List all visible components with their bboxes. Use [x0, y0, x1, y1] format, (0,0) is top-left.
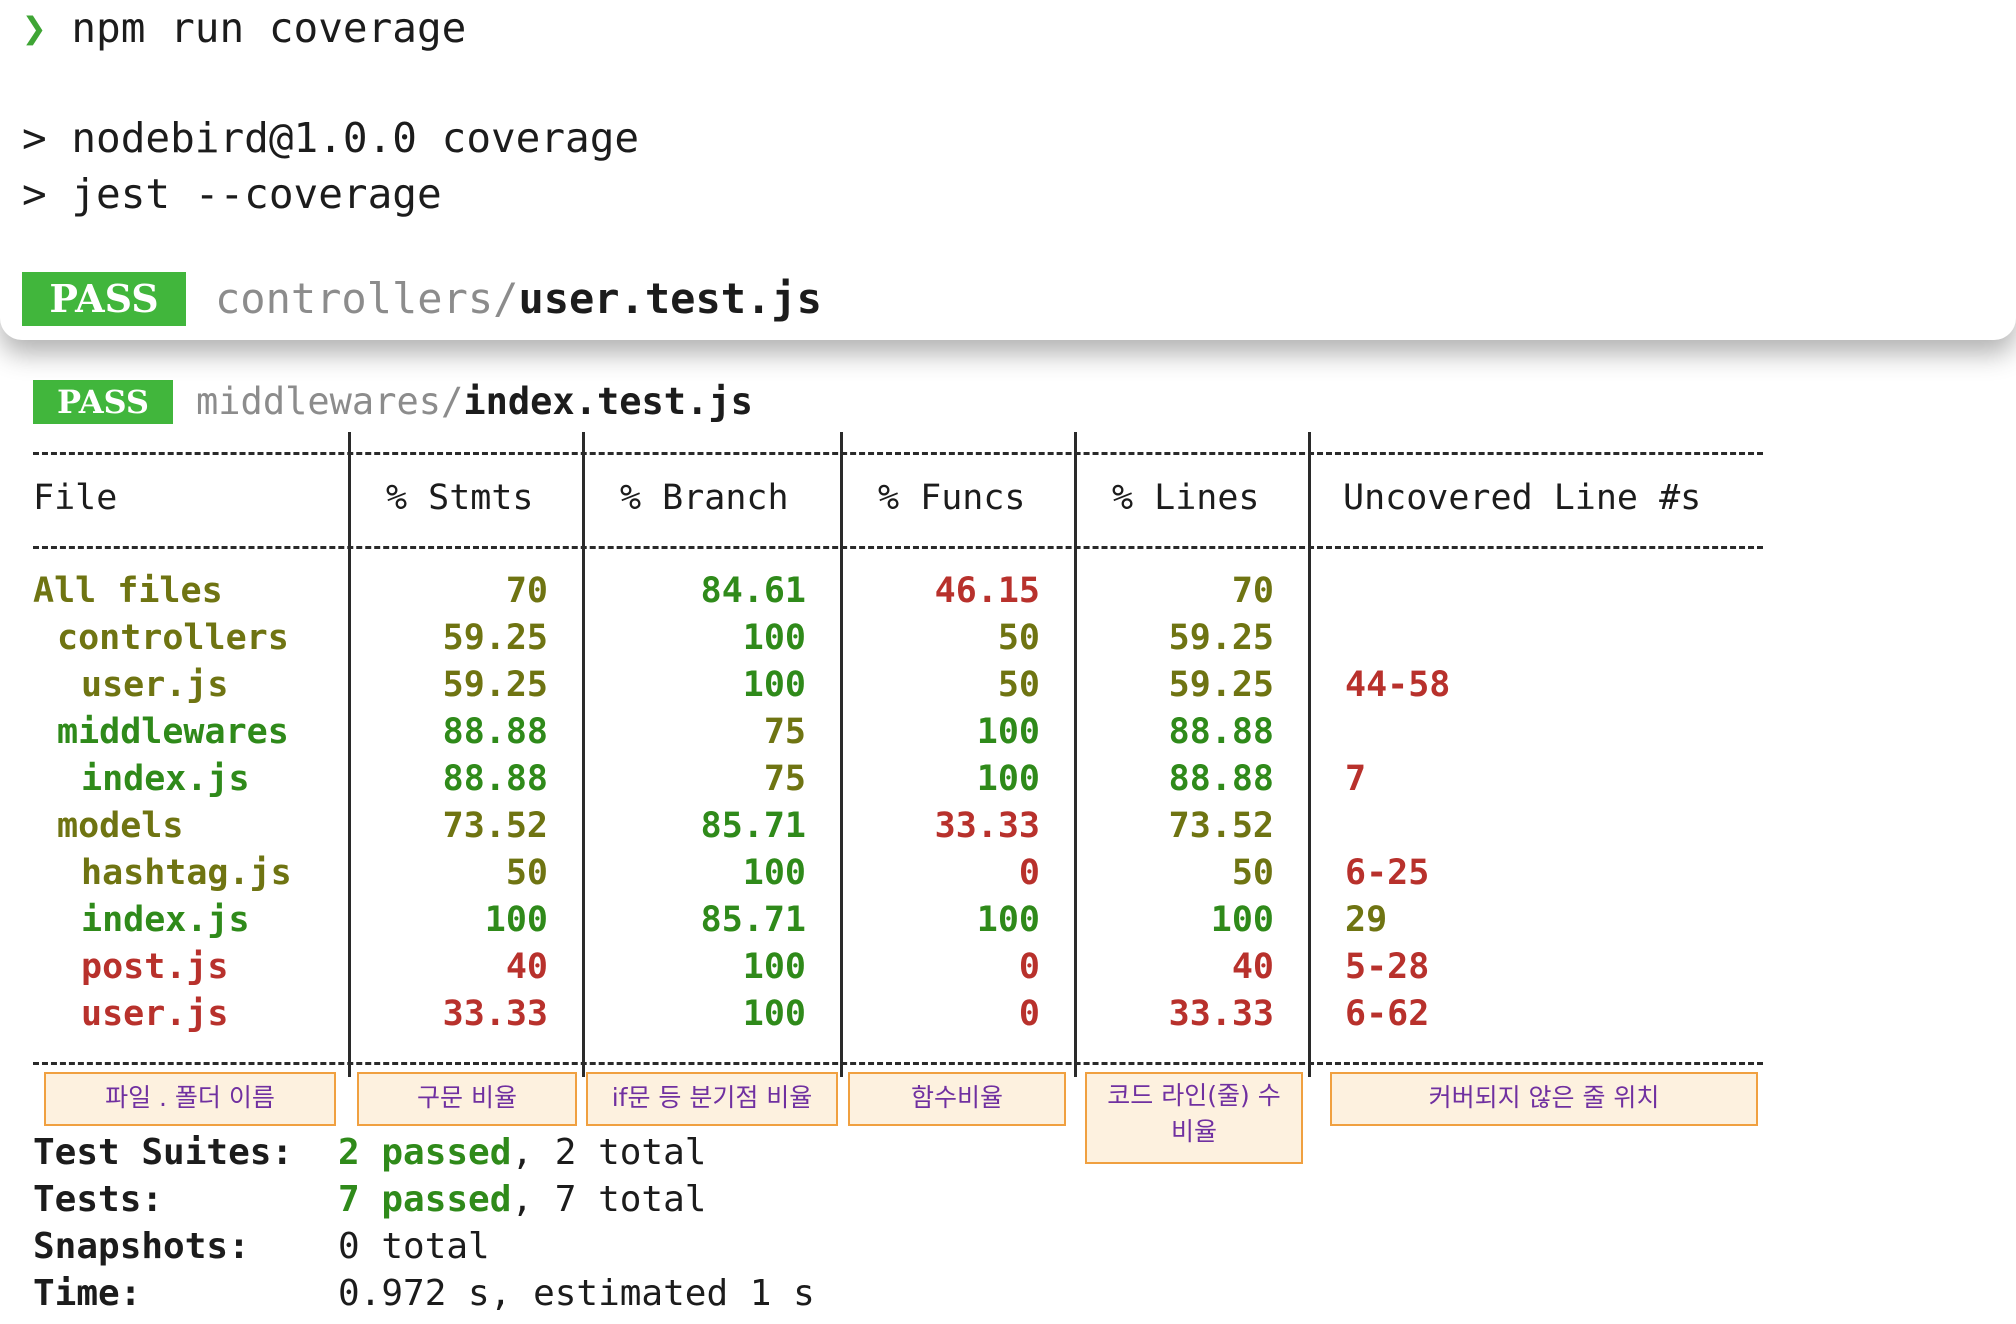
cell-file: models [57, 806, 184, 846]
cell-file: All files [33, 571, 223, 611]
cell-branch: 85.71 [700, 900, 806, 940]
annotation-file: 파일 . 폴더 이름 [44, 1072, 336, 1126]
header-lines: % Lines [1112, 478, 1260, 518]
cell-funcs: 0 [1018, 853, 1040, 893]
cell-stmts: 50 [505, 853, 548, 893]
column-separator [582, 432, 585, 1077]
summary-suites-total: , 2 total [511, 1132, 707, 1173]
annotation-funcs: 함수비율 [848, 1072, 1066, 1126]
cell-stmts: 88.88 [442, 759, 548, 799]
cell-stmts: 59.25 [442, 665, 548, 705]
cell-file: user.js [81, 994, 229, 1034]
cell-lines: 40 [1231, 947, 1274, 987]
header-branch: % Branch [620, 478, 789, 518]
cell-lines: 59.25 [1168, 618, 1274, 658]
cell-file: hashtag.js [81, 853, 292, 893]
script-line-1: > nodebird@1.0.0 coverage [22, 114, 640, 162]
cell-lines: 33.33 [1168, 994, 1274, 1034]
cell-file: user.js [81, 665, 229, 705]
cell-funcs: 100 [976, 900, 1040, 940]
table-top-rule [33, 452, 1763, 455]
cell-funcs: 50 [997, 618, 1040, 658]
cell-stmts: 100 [484, 900, 548, 940]
cell-stmts: 59.25 [442, 618, 548, 658]
summary-time-value: 0.972 s, estimated 1 s [338, 1273, 815, 1314]
header-uncovered: Uncovered Line #s [1343, 478, 1702, 518]
annotation-branch: if문 등 분기점 비율 [586, 1072, 838, 1126]
summary-tests-passed: 7 passed [338, 1179, 512, 1220]
test-file-path: middlewares/index.test.js [196, 378, 753, 426]
cell-branch: 75 [763, 712, 806, 752]
summary-snapshots-value: 0 total [338, 1226, 490, 1267]
cell-lines: 50 [1231, 853, 1274, 893]
table-bottom-rule [33, 1062, 1763, 1065]
cell-file: middlewares [57, 712, 289, 752]
test-file: user.test.js [518, 274, 822, 323]
pass-badge: PASS [22, 272, 186, 326]
cell-funcs: 50 [997, 665, 1040, 705]
terminal-top-panel: ❯ npm run coverage > nodebird@1.0.0 cove… [0, 0, 2016, 340]
cell-branch: 100 [742, 618, 806, 658]
test-file: index.test.js [463, 380, 753, 423]
cell-uncovered: 7 [1345, 759, 1367, 799]
cell-stmts: 70 [505, 571, 548, 611]
script-line-2: > jest --coverage [22, 170, 442, 218]
cell-file: post.js [81, 947, 229, 987]
test-dir: controllers/ [215, 274, 519, 323]
cell-lines: 100 [1210, 900, 1274, 940]
summary-suites-value: 2 passed, 2 total [338, 1130, 706, 1176]
header-stmts: % Stmts [386, 478, 534, 518]
cell-stmts: 88.88 [442, 712, 548, 752]
cell-uncovered: 6-25 [1345, 853, 1430, 893]
cell-lines: 70 [1231, 571, 1274, 611]
cell-branch: 85.71 [700, 806, 806, 846]
annotation-lines: 코드 라인(줄) 수 비율 [1085, 1072, 1303, 1164]
cell-funcs: 100 [976, 712, 1040, 752]
cell-funcs: 0 [1018, 947, 1040, 987]
cell-file: index.js [81, 759, 250, 799]
cell-lines: 88.88 [1168, 712, 1274, 752]
cell-lines: 73.52 [1168, 806, 1274, 846]
cell-lines: 88.88 [1168, 759, 1274, 799]
summary-suites-passed: 2 passed [338, 1132, 512, 1173]
header-file: File [33, 478, 118, 518]
cell-branch: 100 [742, 994, 806, 1034]
summary-tests-total: , 7 total [511, 1179, 707, 1220]
cell-uncovered: 44-58 [1345, 665, 1451, 705]
summary-suites-label: Test Suites: [33, 1132, 294, 1173]
annotation-uncovered: 커버되지 않은 줄 위치 [1330, 1072, 1758, 1126]
cell-funcs: 0 [1018, 994, 1040, 1034]
annotation-stmts: 구문 비율 [357, 1072, 577, 1126]
cell-funcs: 33.33 [934, 806, 1040, 846]
cell-stmts: 33.33 [442, 994, 548, 1034]
cell-file: controllers [57, 618, 289, 658]
cell-branch: 75 [763, 759, 806, 799]
cell-funcs: 100 [976, 759, 1040, 799]
summary-tests-value: 7 passed, 7 total [338, 1177, 706, 1223]
summary-time-label: Time: [33, 1273, 142, 1314]
column-separator [1308, 432, 1311, 1077]
cell-branch: 100 [742, 853, 806, 893]
cell-lines: 59.25 [1168, 665, 1274, 705]
cell-file: index.js [81, 900, 250, 940]
command-line: ❯ npm run coverage [22, 0, 466, 56]
cell-uncovered: 6-62 [1345, 994, 1430, 1034]
pass-badge: PASS [33, 380, 173, 424]
summary-snapshots-label: Snapshots: [33, 1226, 250, 1267]
cell-uncovered: 29 [1345, 900, 1388, 940]
cell-uncovered: 5-28 [1345, 947, 1430, 987]
cell-stmts: 73.52 [442, 806, 548, 846]
cell-branch: 100 [742, 947, 806, 987]
test-dir: middlewares/ [196, 380, 464, 423]
cell-funcs: 46.15 [934, 571, 1040, 611]
test-file-path: controllers/user.test.js [215, 272, 822, 326]
header-funcs: % Funcs [878, 478, 1026, 518]
summary-tests-label: Tests: [33, 1179, 164, 1220]
cell-stmts: 40 [505, 947, 548, 987]
cell-branch: 84.61 [700, 571, 806, 611]
table-header-rule [33, 546, 1763, 549]
command-text: npm run coverage [71, 4, 467, 52]
cell-branch: 100 [742, 665, 806, 705]
prompt-chevron-icon: ❯ [22, 4, 47, 52]
